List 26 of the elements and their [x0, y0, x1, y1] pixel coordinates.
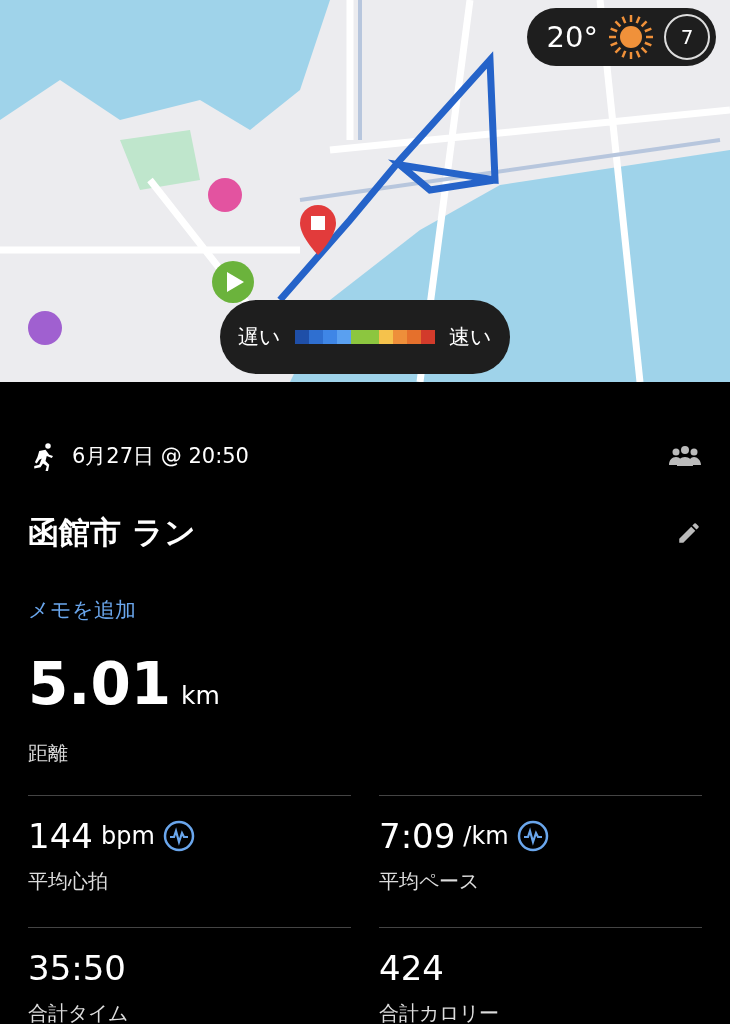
add-memo-link[interactable]: メモを追加 [28, 596, 136, 624]
stat-value: 424 [379, 948, 444, 988]
wind-speed: 7 [664, 14, 710, 60]
stat-value: 35:50 [28, 948, 126, 988]
stat-unit: bpm [100, 822, 155, 850]
activity-title: 函館市 ラン [28, 513, 196, 552]
group-icon[interactable] [668, 445, 702, 467]
heartbeat-icon[interactable] [516, 820, 549, 852]
stat-value: 7:09 [379, 816, 456, 856]
temperature: 20° [546, 20, 598, 54]
legend-label: 遅い [238, 324, 281, 351]
distance-value: 5.01 [28, 650, 172, 718]
stat-label: 平均心拍 [28, 868, 109, 895]
distance-unit: km [181, 681, 220, 710]
distance-label: 距離 [28, 740, 69, 767]
stat-label: 合計カロリー [379, 1000, 500, 1024]
activity-date: 6月27日 @ 20:50 [72, 443, 249, 470]
stat-value: 144 [28, 816, 93, 856]
legend-label: 速い [449, 324, 492, 351]
heartbeat-icon[interactable] [162, 820, 195, 852]
weather-badge[interactable]: 20° 7 [526, 8, 716, 66]
stat-label: 合計タイム [28, 1000, 129, 1024]
stat-unit: /km [463, 822, 509, 850]
stat-label: 平均ペース [379, 868, 480, 895]
sun-icon [606, 12, 656, 62]
edit-icon[interactable] [676, 520, 702, 546]
